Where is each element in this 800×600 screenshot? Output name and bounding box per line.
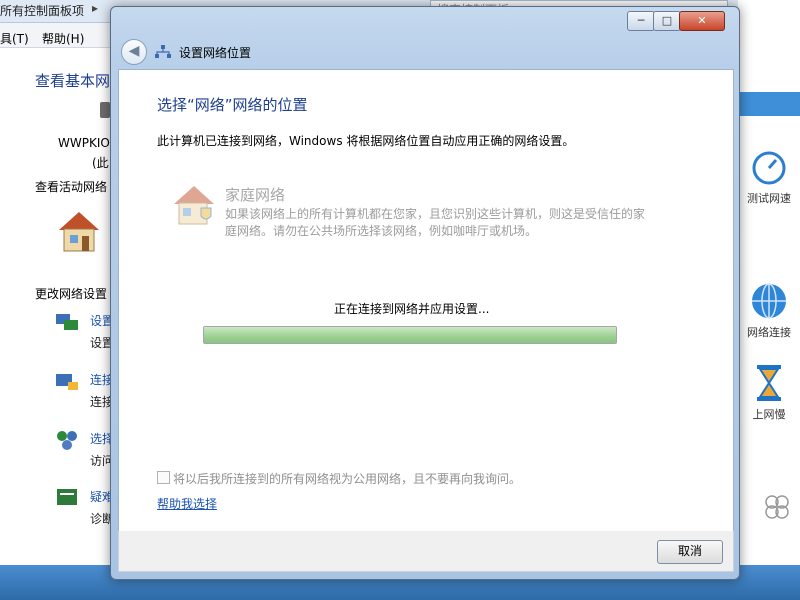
computer-icon [100, 102, 110, 118]
network-connection-label: 网络连接 [747, 326, 791, 339]
menu-tools[interactable]: 具(T) [0, 30, 29, 47]
page-title: 查看基本网 [35, 72, 111, 90]
network-setup-icon [56, 314, 78, 330]
menu-help[interactable]: 帮助(H) [42, 30, 84, 47]
slow-internet-label: 上网慢 [752, 408, 786, 421]
back-button[interactable]: ◀ [121, 39, 147, 65]
minimize-button[interactable]: ─ [627, 11, 655, 31]
slow-internet-button[interactable]: 上网慢 [738, 364, 800, 422]
clover-icon[interactable] [762, 492, 792, 522]
computer-name: WWPKIO [58, 136, 110, 150]
progress-bar [203, 326, 617, 344]
dialog-title: 设置网络位置 [179, 46, 252, 60]
change-settings-label: 更改网络设置 [35, 287, 108, 301]
active-networks-label: 查看活动网络 [35, 180, 108, 194]
help-me-choose-link[interactable]: 帮助我选择 [157, 495, 217, 512]
network-connect-icon [56, 374, 78, 390]
progress-fill [204, 327, 616, 343]
progress-label: 正在连接到网络并应用设置... [334, 302, 490, 316]
house-icon [59, 212, 99, 252]
hourglass-icon [757, 365, 781, 401]
troubleshoot-icon [57, 489, 77, 505]
breadcrumb-arrow-icon[interactable]: ▸ [92, 1, 98, 15]
dialog-content: 选择“网络”网络的位置 此计算机已连接到网络，Windows 将根据网络位置自动… [118, 69, 734, 532]
back-arrow-icon: ◀ [128, 43, 140, 59]
dialog-header: ◀ 设置网络位置 [121, 37, 729, 71]
speed-test-button[interactable]: 测试网速 [738, 150, 800, 206]
globe-icon [752, 283, 786, 319]
home-network-description: 如果该网络上的所有计算机都在您家，且您识别这些计算机，则这是受信任的家庭网络。请… [225, 207, 646, 238]
network-connection-button[interactable]: 网络连接 [738, 282, 800, 340]
dialog-footer: 取消 [118, 531, 734, 572]
location-heading: 选择“网络”网络的位置 [157, 96, 308, 114]
cancel-button[interactable]: 取消 [657, 540, 723, 564]
assistant-panel-header [738, 92, 800, 116]
network-location-dialog: ─ □ ✕ ◀ 设置网络位置 选择“网络”网络的位置 此计算机已连接到网络，Wi… [110, 6, 740, 580]
close-button[interactable]: ✕ [679, 11, 725, 31]
public-network-checkbox[interactable] [157, 471, 170, 484]
maximize-button[interactable]: □ [653, 11, 681, 31]
network-icon [155, 45, 171, 58]
address-text: 所有控制面板项 [0, 4, 85, 18]
speed-test-label: 测试网速 [747, 192, 791, 205]
location-description: 此计算机已连接到网络，Windows 将根据网络位置自动应用正确的网络设置。 [157, 134, 575, 148]
speedometer-icon [752, 151, 786, 185]
homegroup-icon [57, 431, 77, 450]
computer-sublabel: (此 [92, 156, 109, 170]
public-network-label: 将以后我所连接到的所有网络视为公用网络，且不要再向我询问。 [173, 472, 522, 486]
home-network-title[interactable]: 家庭网络 [225, 184, 285, 205]
home-network-icon [174, 186, 214, 225]
